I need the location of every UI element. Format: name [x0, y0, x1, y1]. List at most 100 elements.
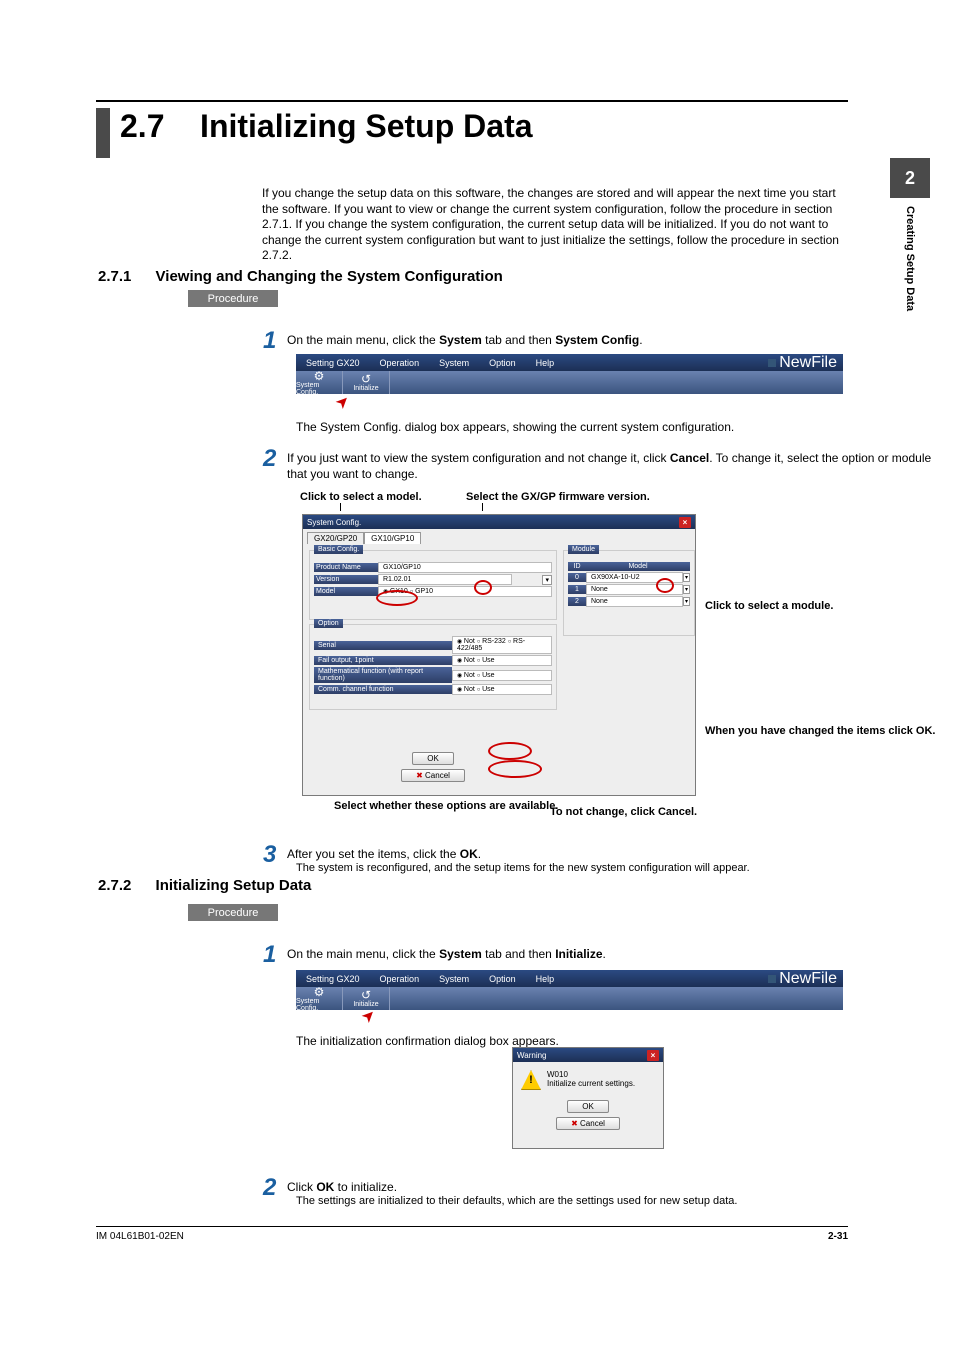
toolbar: ⚙System Config. ↺Initialize — [296, 371, 843, 394]
radio[interactable]: Not — [457, 686, 475, 693]
menu-item[interactable]: Option — [479, 358, 526, 368]
step-number: 1 — [263, 327, 287, 355]
id-cell: 1 — [568, 585, 586, 594]
menu-item[interactable]: Help — [526, 974, 565, 984]
model-radios: GX10 GP10 — [378, 586, 552, 597]
value: R1.02.01 — [378, 574, 512, 585]
dialog-buttons: OK ✖ Cancel — [309, 750, 557, 784]
step-number: 1 — [263, 941, 287, 969]
subsection-271-heading: 2.7.1 Viewing and Changing the System Co… — [98, 268, 503, 285]
system-config-button[interactable]: ⚙System Config. — [296, 371, 343, 394]
subsection-271-title: Viewing and Changing the System Configur… — [156, 268, 503, 285]
math-radios: Not Use — [452, 670, 552, 681]
module-select[interactable]: None — [586, 596, 683, 607]
step-271-1-result: The System Config. dialog box appears, s… — [296, 420, 734, 434]
basic-config-group: Basic Config. Product NameGX10/GP10 Vers… — [309, 550, 557, 620]
ok-button[interactable]: OK — [412, 752, 454, 765]
serial-radios: Not RS-232 RS-422/485 — [452, 636, 552, 654]
step-272-2-result: The settings are initialized to their de… — [296, 1195, 737, 1207]
module-group: Module IDModel 0GX90XA-10-U2▾ 1None▾ 2No… — [563, 550, 695, 636]
close-icon[interactable]: × — [679, 517, 691, 528]
radio[interactable]: Not — [457, 657, 475, 664]
model-gp10-radio[interactable]: GP10 — [410, 588, 433, 595]
radio[interactable]: Use — [477, 657, 495, 664]
menu-right[interactable]: NewFile — [768, 354, 843, 372]
step-text: If you just want to view the system conf… — [287, 451, 954, 482]
top-rule — [96, 100, 848, 102]
side-tab-text: Creating Setup Data — [904, 206, 916, 311]
label: Product Name — [314, 563, 378, 572]
menu-item[interactable]: Setting GX20 — [296, 358, 370, 368]
file-icon — [768, 975, 776, 983]
config-icon: ⚙ — [314, 370, 325, 382]
group-title: Option — [314, 619, 343, 628]
main-menu-figure: Setting GX20 Operation System Option Hel… — [296, 970, 843, 1010]
system-config-dialog: System Config. × GX20/GP20 GX10/GP10 Bas… — [302, 514, 696, 796]
initialize-button[interactable]: ↺Initialize — [343, 371, 390, 394]
ok-button[interactable]: OK — [567, 1100, 609, 1113]
subsection-272-number: 2.7.2 — [98, 877, 131, 894]
module-select[interactable]: None — [586, 584, 683, 595]
radio[interactable]: Not — [457, 638, 475, 645]
radio[interactable]: Not — [457, 672, 475, 679]
menu-item[interactable]: Help — [526, 358, 565, 368]
step-text: Click OK to initialize. — [287, 1180, 397, 1196]
id-cell: 0 — [568, 573, 586, 582]
menu-right[interactable]: NewFile — [768, 970, 843, 988]
dialog-panel: Basic Config. Product NameGX10/GP10 Vers… — [303, 544, 695, 790]
id-header: ID — [568, 562, 586, 571]
id-cell: 2 — [568, 597, 586, 606]
dropdown[interactable]: ▾ — [542, 575, 552, 585]
dialog-titlebar: Warning × — [513, 1048, 663, 1062]
radio[interactable]: Use — [477, 686, 495, 693]
menu-item[interactable]: Option — [479, 974, 526, 984]
step-number: 3 — [263, 841, 287, 869]
main-menu-bar: Setting GX20 Operation System Option Hel… — [296, 354, 843, 371]
menu-item[interactable]: Operation — [370, 358, 430, 368]
label: Version — [314, 575, 378, 584]
label: Fail output, 1point — [314, 656, 452, 665]
menu-item[interactable]: System — [429, 974, 479, 984]
warning-code: W010 — [547, 1070, 635, 1079]
initialize-icon: ↺ — [361, 373, 371, 385]
close-icon[interactable]: × — [647, 1050, 659, 1061]
menu-item[interactable]: System — [429, 358, 479, 368]
side-tab: 2 Creating Setup Data — [890, 158, 930, 388]
warning-text: W010 Initialize current settings. — [547, 1070, 635, 1088]
menu-item[interactable]: Setting GX20 — [296, 974, 370, 984]
label: Mathematical function (with report funct… — [314, 667, 452, 683]
dropdown-icon[interactable]: ▾ — [683, 573, 690, 582]
system-config-button[interactable]: ⚙System Config. — [296, 987, 343, 1010]
tab-gx10[interactable]: GX10/GP10 — [364, 532, 421, 544]
cancel-button[interactable]: ✖ Cancel — [401, 769, 465, 782]
comm-radios: Not Use — [452, 684, 552, 695]
file-icon — [768, 359, 776, 367]
tab-gx20[interactable]: GX20/GP20 — [307, 532, 364, 544]
side-tab-number: 2 — [890, 158, 930, 198]
dialog-title: Warning — [517, 1051, 547, 1060]
cancel-button[interactable]: ✖ Cancel — [556, 1117, 620, 1130]
dialog-titlebar: System Config. × — [303, 515, 695, 529]
dropdown-icon[interactable]: ▾ — [683, 597, 690, 606]
section-number: 2.7 — [120, 108, 164, 144]
model-header: Model — [586, 562, 690, 571]
step-text: On the main menu, click the System tab a… — [287, 333, 643, 349]
doc-number: IM 04L61B01-02EN — [96, 1231, 184, 1242]
config-icon: ⚙ — [314, 986, 325, 998]
radio[interactable]: RS-232 — [477, 638, 506, 645]
page-number: 2-31 — [828, 1231, 848, 1242]
model-gx10-radio[interactable]: GX10 — [383, 588, 408, 595]
radio[interactable]: Use — [477, 672, 495, 679]
menu-item[interactable]: Operation — [370, 974, 430, 984]
step-271-2: 2 If you just want to view the system co… — [263, 451, 954, 482]
dialog-title: System Config. — [307, 518, 361, 527]
callout-select-module: Click to select a module. — [705, 600, 833, 614]
subsection-272-title: Initializing Setup Data — [156, 877, 312, 894]
callout-tick — [340, 503, 341, 511]
dialog-tabs: GX20/GP20 GX10/GP10 — [303, 529, 695, 544]
module-select[interactable]: GX90XA-10-U2 — [586, 572, 683, 583]
value: GX10/GP10 — [378, 562, 552, 573]
step-text: On the main menu, click the System tab a… — [287, 947, 606, 963]
dropdown-icon[interactable]: ▾ — [683, 585, 690, 594]
procedure-label: Procedure — [188, 290, 278, 307]
